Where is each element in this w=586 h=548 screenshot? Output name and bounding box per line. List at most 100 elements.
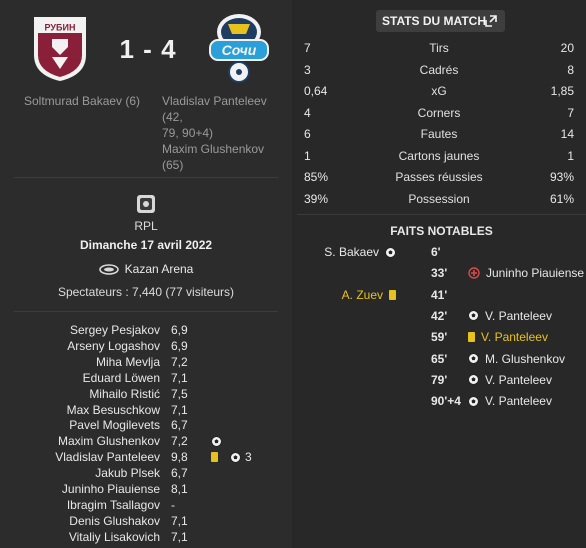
stat-away-value: 20 xyxy=(560,41,574,55)
player-name[interactable]: Max Besuschkow xyxy=(67,402,160,418)
yellow-card-icon xyxy=(389,289,396,300)
stat-row: Cadrés 3 8 xyxy=(304,60,574,80)
player-row[interactable]: Max Besuschkow 7,1 xyxy=(0,402,292,418)
away-scorers-line: Maxim Glushenkov xyxy=(162,142,265,156)
stat-home-value: 6 xyxy=(304,127,311,141)
player-name[interactable]: Mihailo Ristić xyxy=(89,386,160,402)
event-player[interactable]: V. Panteleev xyxy=(485,392,552,410)
stat-label: xG xyxy=(431,84,447,98)
event-player[interactable]: S. Bakaev xyxy=(324,243,379,261)
player-row[interactable]: Jakub Plsek 6,7 xyxy=(0,465,292,481)
player-name[interactable]: Eduard Löwen xyxy=(83,370,160,386)
events-title: FAITS NOTABLES xyxy=(390,224,493,238)
player-name[interactable]: Miha Mevlja xyxy=(96,354,160,370)
player-row[interactable]: Vladislav Panteleev 9,8 3 xyxy=(0,449,292,465)
player-rating: 7,1 xyxy=(171,513,188,528)
score-separator: - xyxy=(143,34,153,64)
player-name[interactable]: Vitaliy Lisakovich xyxy=(69,529,160,545)
stat-label: Corners xyxy=(417,105,461,120)
event-minute: 42' xyxy=(431,308,448,323)
stat-home-value: 85% xyxy=(304,170,329,184)
stat-label: Cadrés xyxy=(419,62,459,77)
event-player[interactable]: A. Zuev xyxy=(342,286,383,304)
player-row[interactable]: Sergey Pesjakov 6,9 xyxy=(0,322,292,338)
player-row[interactable]: Pavel Mogilevets 6,7 xyxy=(0,417,292,433)
player-name[interactable]: Juninho Piauiense xyxy=(62,481,160,497)
away-scorers-line: Vladislav Panteleev (42, xyxy=(162,94,267,124)
event-away: M. Glushenkov xyxy=(468,350,565,368)
stat-away-value: 61% xyxy=(549,191,574,206)
event-row: 33' Juninho Piauiense xyxy=(297,264,586,282)
event-player[interactable]: M. Glushenkov xyxy=(485,350,565,368)
player-row[interactable]: Juninho Piauiense 8,1 xyxy=(0,481,292,497)
home-crest-text: РУБИН xyxy=(45,23,76,33)
match-date: Dimanche 17 avril 2022 xyxy=(79,238,213,252)
player-name[interactable]: Vladislav Panteleev xyxy=(55,449,160,465)
stadium-icon xyxy=(98,263,119,275)
event-row: 90'+4 V. Panteleev xyxy=(297,392,586,410)
player-rating: - xyxy=(171,497,175,512)
player-rating: 8,1 xyxy=(171,482,188,496)
stat-row: Fautes 6 14 xyxy=(304,124,574,144)
player-row[interactable]: Vitaliy Lisakovich 7,1 xyxy=(0,529,292,545)
divider xyxy=(14,177,278,178)
player-name[interactable]: Pavel Mogilevets xyxy=(69,417,160,433)
player-events: 3 xyxy=(211,449,252,465)
stat-away-value: 8 xyxy=(567,62,574,77)
event-away: V. Panteleev xyxy=(468,371,552,389)
player-row[interactable]: Eduard Löwen 7,1 xyxy=(0,370,292,386)
stat-label: Passes réussies xyxy=(395,170,483,184)
event-minute: 65' xyxy=(431,351,448,366)
player-row[interactable]: Maxim Glushenkov 7,2 xyxy=(0,433,292,449)
event-minute: 6' xyxy=(431,245,441,259)
event-minute: 59' xyxy=(431,330,448,345)
event-player[interactable]: V. Panteleev xyxy=(481,328,548,346)
stat-row: Passes réussies 85% 93% xyxy=(304,167,574,187)
stat-home-value: 3 xyxy=(304,62,311,77)
stat-home-value: 39% xyxy=(304,191,329,206)
player-name[interactable]: Jakub Plsek xyxy=(95,465,160,481)
player-row[interactable]: Ibragim Tsallagov - xyxy=(0,497,292,513)
stat-row: Tirs 7 20 xyxy=(304,38,574,58)
away-scorers-line: (65) xyxy=(162,158,184,172)
player-rating: 7,1 xyxy=(171,370,188,385)
player-name[interactable]: Sergey Pesjakov xyxy=(70,322,160,338)
player-row[interactable]: Denis Glushakov 7,1 xyxy=(0,513,292,529)
match-stats-button[interactable]: STATS DU MATCH xyxy=(376,10,505,32)
player-rating: 7,2 xyxy=(171,434,188,449)
goal-count: 3 xyxy=(245,450,252,465)
stat-label: Tirs xyxy=(429,41,449,55)
away-crest-text: Сочи xyxy=(222,42,257,58)
event-player[interactable]: V. Panteleev xyxy=(485,307,552,325)
player-row[interactable]: Arseny Logashov 6,9 xyxy=(0,338,292,354)
player-rating: 6,9 xyxy=(171,323,188,337)
event-away: V. Panteleev xyxy=(468,328,548,346)
competition-name[interactable]: RPL xyxy=(0,219,292,233)
home-scorers: Soltmurad Bakaev (6) xyxy=(24,94,141,108)
player-name[interactable]: Denis Glushakov xyxy=(69,513,160,529)
stat-row: Cartons jaunes 1 1 xyxy=(304,146,574,166)
away-scorers: Vladislav Panteleev (42, 79, 90+4) Maxim… xyxy=(162,93,290,173)
event-row: 59' V. Panteleev xyxy=(297,328,586,346)
player-row[interactable]: Mihailo Ristić 7,5 xyxy=(0,386,292,402)
stat-away-value: 93% xyxy=(549,170,574,184)
spectators: Spectateurs : 7,440 (77 visiteurs) xyxy=(57,285,235,299)
event-player[interactable]: Juninho Piauiense xyxy=(486,264,584,282)
away-crest[interactable]: Сочи xyxy=(206,10,272,84)
stat-row: Possession 39% 61% xyxy=(304,189,574,209)
player-name[interactable]: Arseny Logashov xyxy=(67,338,160,354)
stadium[interactable]: Kazan Arena xyxy=(0,262,292,278)
score: 1 - 4 xyxy=(110,34,186,65)
home-crest[interactable]: РУБИН xyxy=(30,13,90,83)
event-home: S. Bakaev xyxy=(324,243,396,261)
event-player[interactable]: V. Panteleev xyxy=(485,371,552,389)
event-home: A. Zuev xyxy=(342,286,396,304)
ball-icon xyxy=(385,246,396,258)
player-name[interactable]: Ibragim Tsallagov xyxy=(67,497,160,513)
ball-icon xyxy=(468,374,479,386)
player-row[interactable]: Miha Mevlja 7,2 xyxy=(0,354,292,370)
player-name[interactable]: Maxim Glushenkov xyxy=(58,433,160,449)
away-score: 4 xyxy=(161,34,177,64)
stat-row: Corners 4 7 xyxy=(304,103,574,123)
stat-away-value: 7 xyxy=(567,105,574,120)
